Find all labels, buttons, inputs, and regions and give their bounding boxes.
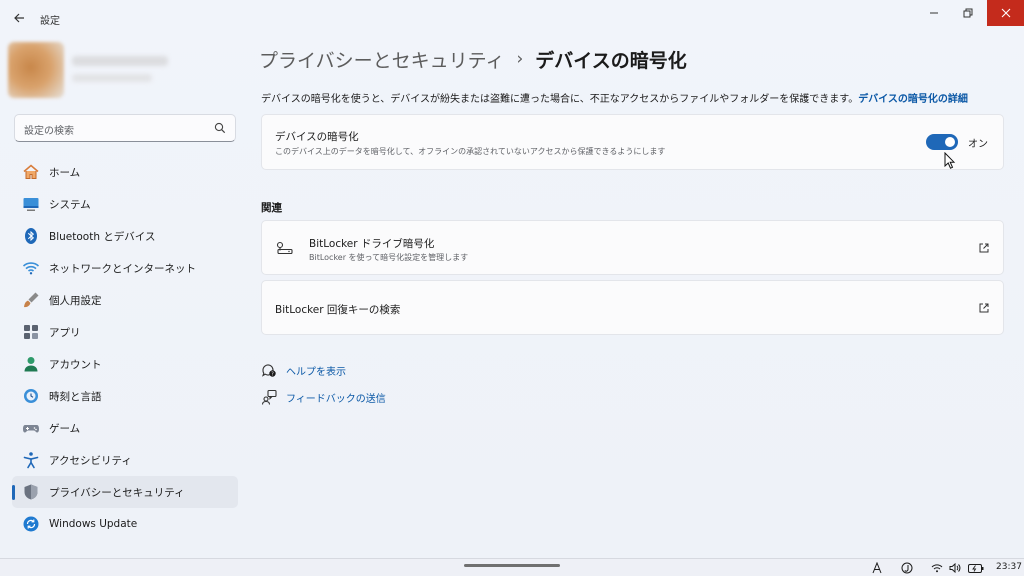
help-icon: ?	[261, 362, 277, 378]
back-button[interactable]	[8, 6, 30, 30]
taskbar-clock[interactable]: 23:37	[996, 562, 1022, 572]
restore-button[interactable]	[948, 0, 988, 26]
windows-update-icon	[21, 514, 41, 534]
card-title: BitLocker 回復キーの検索	[275, 304, 401, 316]
sidebar-item-system[interactable]: システム	[12, 188, 238, 220]
account-icon	[21, 354, 41, 374]
breadcrumb-separator: ›	[516, 49, 524, 69]
sidebar-item-accounts[interactable]: アカウント	[12, 348, 238, 380]
user-profile[interactable]	[8, 42, 172, 98]
search-icon	[214, 122, 226, 134]
card-title: BitLocker ドライブ暗号化	[309, 238, 435, 250]
privacy-shield-icon	[21, 482, 41, 502]
network-icon	[21, 258, 41, 278]
help-link-label: ヘルプを表示	[286, 366, 346, 378]
bitlocker-drive-encryption-card[interactable]: BitLocker ドライブ暗号化 BitLocker を使って暗号化設定を管理…	[261, 220, 1004, 275]
sidebar-item-label: システム	[49, 198, 91, 211]
sidebar-item-label: ホーム	[49, 166, 81, 179]
device-encryption-toggle[interactable]	[926, 134, 958, 150]
toggle-state-label: オン	[968, 139, 988, 150]
wifi-icon[interactable]	[930, 561, 944, 575]
feedback-icon	[261, 389, 277, 405]
sidebar-item-label: アプリ	[49, 326, 81, 339]
bitlocker-key-icon	[276, 241, 293, 255]
sidebar-item-label: ゲーム	[49, 422, 81, 435]
page-description: デバイスの暗号化を使うと、デバイスが紛失または盗難に遭った場合に、不正なアクセス…	[261, 90, 968, 105]
sidebar-item-accessibility[interactable]: アクセシビリティ	[12, 444, 238, 476]
sidebar-item-label: アクセシビリティ	[49, 454, 132, 467]
sidebar-item-bluetooth[interactable]: Bluetooth とデバイス	[12, 220, 238, 252]
battery-icon[interactable]	[967, 561, 985, 575]
help-link[interactable]: ? ヘルプを表示	[261, 360, 346, 380]
minimize-icon	[930, 12, 938, 14]
profile-email-blurred	[72, 74, 152, 82]
home-icon	[21, 162, 41, 182]
breadcrumb-parent-link[interactable]: プライバシーとセキュリティ	[259, 46, 504, 73]
close-button[interactable]	[987, 0, 1024, 26]
card-subtitle: このデバイス上のデータを暗号化して、オフラインの承認されていないアクセスから保護…	[275, 147, 666, 156]
volume-icon[interactable]	[948, 561, 962, 575]
taskbar-handle[interactable]	[464, 564, 560, 567]
svg-text:?: ?	[271, 371, 274, 377]
sidebar-item-label: プライバシーとセキュリティ	[49, 486, 185, 499]
ime-mode-icon[interactable]	[899, 561, 915, 575]
sidebar-item-label: Bluetooth とデバイス	[49, 230, 156, 243]
ime-a-icon[interactable]	[870, 561, 884, 575]
card-title: デバイスの暗号化	[275, 131, 359, 143]
open-external-icon	[979, 303, 989, 313]
settings-window: 設定 設定の検索 ホーム システム Bluetooth とデバイス ネットワーク…	[0, 0, 1024, 558]
sidebar-item-label: 個人用設定	[49, 294, 102, 307]
sidebar-item-privacy-security[interactable]: プライバシーとセキュリティ	[12, 476, 238, 508]
back-arrow-icon	[14, 13, 24, 23]
profile-name-blurred	[72, 56, 168, 66]
card-subtitle: BitLocker を使って暗号化設定を管理します	[309, 253, 469, 262]
accessibility-icon	[21, 450, 41, 470]
app-title: 設定	[40, 16, 60, 27]
time-language-icon	[21, 386, 41, 406]
sidebar-nav: ホーム システム Bluetooth とデバイス ネットワークとインターネット …	[12, 156, 238, 540]
sidebar-item-label: ネットワークとインターネット	[49, 262, 196, 275]
sidebar-item-label: 時刻と言語	[49, 390, 102, 403]
personalization-icon	[21, 290, 41, 310]
learn-more-link[interactable]: デバイスの暗号化の詳細	[858, 94, 968, 105]
related-section-title: 関連	[261, 202, 282, 214]
close-icon	[1001, 8, 1010, 18]
page-title: デバイスの暗号化	[535, 49, 687, 72]
sidebar-item-gaming[interactable]: ゲーム	[12, 412, 238, 444]
sidebar-item-network[interactable]: ネットワークとインターネット	[12, 252, 238, 284]
selected-indicator	[12, 485, 15, 500]
description-text: デバイスの暗号化を使うと、デバイスが紛失または盗難に遭った場合に、不正なアクセス…	[261, 94, 859, 105]
bitlocker-recovery-key-card[interactable]: BitLocker 回復キーの検索	[261, 280, 1004, 335]
feedback-link[interactable]: フィードバックの送信	[261, 387, 386, 407]
sidebar-item-windows-update[interactable]: Windows Update	[12, 508, 238, 540]
apps-icon	[21, 322, 41, 342]
settings-search-box[interactable]: 設定の検索	[14, 114, 236, 142]
device-encryption-card: デバイスの暗号化 このデバイス上のデータを暗号化して、オフラインの承認されていな…	[261, 114, 1004, 170]
sidebar-item-label: Windows Update	[49, 518, 138, 530]
feedback-link-label: フィードバックの送信	[286, 393, 386, 405]
avatar	[8, 42, 64, 98]
title-bar: 設定	[0, 0, 1024, 36]
system-icon	[21, 194, 41, 214]
search-placeholder: 設定の検索	[24, 126, 74, 137]
sidebar-item-label: アカウント	[49, 358, 102, 371]
sidebar-item-time-language[interactable]: 時刻と言語	[12, 380, 238, 412]
breadcrumb: プライバシーとセキュリティ › デバイスの暗号化	[259, 44, 687, 74]
toggle-knob	[945, 137, 955, 147]
sidebar-item-personalization[interactable]: 個人用設定	[12, 284, 238, 316]
open-external-icon	[979, 243, 989, 253]
sidebar-item-home[interactable]: ホーム	[12, 156, 238, 188]
gaming-icon	[21, 418, 41, 438]
sidebar-item-apps[interactable]: アプリ	[12, 316, 238, 348]
bluetooth-icon	[21, 226, 41, 246]
taskbar: 23:37	[0, 558, 1024, 576]
mouse-cursor-icon	[944, 152, 956, 169]
restore-icon	[963, 8, 973, 18]
